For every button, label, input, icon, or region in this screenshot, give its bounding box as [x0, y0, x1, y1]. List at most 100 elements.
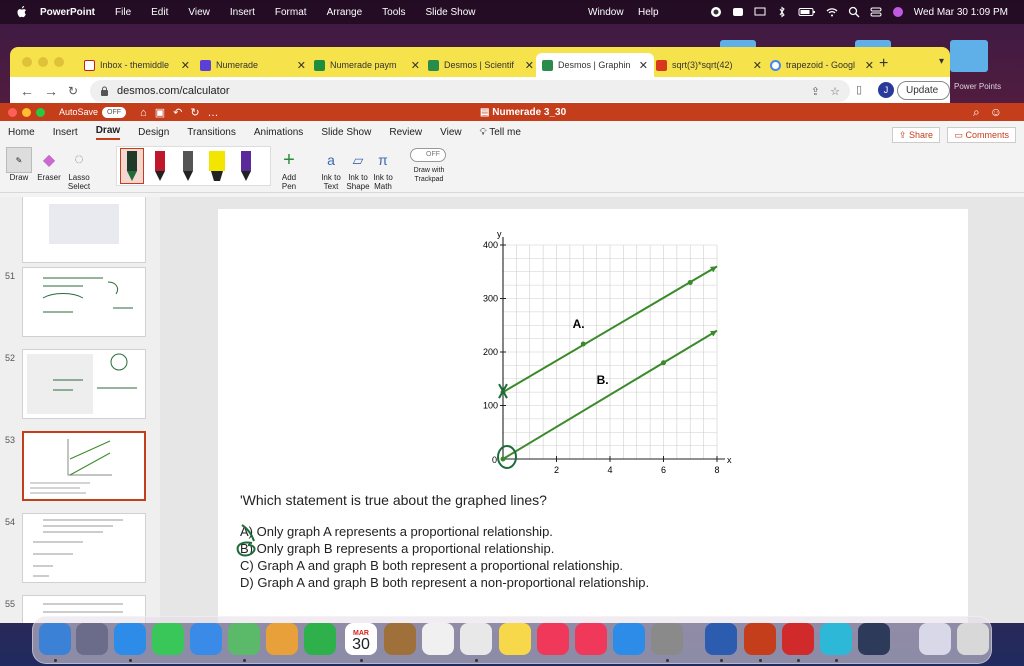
menu-window[interactable]: Window — [588, 7, 624, 18]
menu-help[interactable]: Help — [638, 7, 659, 18]
tab-home[interactable]: Home — [8, 127, 35, 138]
close-window-button[interactable] — [22, 57, 32, 67]
tab-view[interactable]: View — [440, 127, 462, 138]
reminders-icon[interactable] — [422, 623, 454, 655]
zoom-window-button[interactable] — [54, 57, 64, 67]
news-icon[interactable] — [575, 623, 607, 655]
slide-thumbnail[interactable] — [22, 197, 146, 263]
calendar-icon[interactable]: MAR 30 — [345, 623, 377, 655]
ink-to-math-button[interactable]: π Ink to Math — [372, 147, 394, 191]
screen-capture-icon[interactable] — [858, 623, 890, 655]
browser-update-button[interactable]: Update ⋮ — [897, 81, 950, 113]
draw-tool-button[interactable]: ✎ Draw — [6, 147, 32, 182]
close-tab-icon[interactable]: ✕ — [753, 59, 762, 72]
maps-icon[interactable] — [228, 623, 260, 655]
yellow-highlighter-icon[interactable] — [207, 149, 227, 183]
ppt-zoom-button[interactable] — [36, 107, 45, 117]
slide-thumbnail[interactable] — [22, 349, 146, 419]
slide-editor[interactable]: x y 0 100 200 300 400 2 4 6 8 A. B. 'Which statement… — [160, 197, 1024, 623]
wifi-icon[interactable] — [826, 6, 838, 18]
record-icon[interactable] — [710, 6, 722, 18]
menu-file[interactable]: File — [115, 7, 131, 18]
minimize-window-button[interactable] — [38, 57, 48, 67]
app-store-icon[interactable] — [613, 623, 645, 655]
tab-transitions[interactable]: Transitions — [187, 127, 236, 138]
reload-icon[interactable]: ↻ — [68, 84, 82, 98]
notes-icon[interactable] — [499, 623, 531, 655]
save-icon[interactable]: ▣ — [155, 107, 173, 119]
tab-slide-show[interactable]: Slide Show — [321, 127, 371, 138]
bluetooth-icon[interactable] — [776, 6, 788, 18]
menu-view[interactable]: View — [188, 7, 210, 18]
slide[interactable]: x y 0 100 200 300 400 2 4 6 8 A. B. 'Which statement… — [218, 209, 968, 623]
tell-me-search[interactable]: 💡︎ Tell me — [480, 127, 521, 138]
menu-tools[interactable]: Tools — [382, 7, 405, 18]
slide-thumbnail-selected[interactable] — [22, 431, 146, 501]
ink-to-shape-button[interactable]: ▱ Ink to Shape — [344, 147, 372, 192]
finder-icon[interactable] — [39, 623, 71, 655]
address-bar[interactable]: desmos.com/calculator ⇪ ☆ — [90, 80, 850, 102]
chrome-icon[interactable] — [460, 623, 492, 655]
photos-icon[interactable] — [266, 623, 298, 655]
tab-insert[interactable]: Insert — [53, 127, 78, 138]
browser-tab-google[interactable]: trapezoid - Googl ✕ — [764, 53, 880, 77]
apple-icon[interactable] — [14, 5, 28, 19]
close-tab-icon[interactable]: ✕ — [297, 59, 306, 72]
comments-button[interactable]: ▭ Comments — [947, 127, 1016, 143]
browser-tab-desmos-graphing[interactable]: Desmos | Graphin ✕ — [536, 53, 654, 77]
siri-icon[interactable] — [892, 6, 904, 18]
close-tab-icon[interactable]: ✕ — [411, 59, 420, 72]
more-icon[interactable]: … — [208, 107, 227, 119]
mail-red-icon[interactable] — [782, 623, 814, 655]
menubar-clock[interactable]: Wed Mar 30 1:09 PM — [914, 7, 1008, 18]
tab-review[interactable]: Review — [389, 127, 422, 138]
menu-app-powerpoint[interactable]: PowerPoint — [40, 7, 95, 18]
system-preferences-icon[interactable] — [651, 623, 683, 655]
smiley-feedback-icon[interactable]: ☺ — [990, 105, 1012, 119]
browser-tab-desmos-scientific[interactable]: Desmos | Scientif ✕ — [422, 53, 540, 77]
bookmark-star-icon[interactable]: ☆ — [830, 85, 840, 98]
sidebar-toggle-icon[interactable]: ▯ — [856, 83, 862, 96]
autosave-toggle[interactable]: OFF — [102, 106, 127, 118]
facetime-icon[interactable] — [304, 623, 336, 655]
undo-icon[interactable]: ↶ — [173, 107, 190, 119]
ink-to-text-button[interactable]: a Ink to Text — [318, 147, 344, 191]
tab-design[interactable]: Design — [138, 127, 169, 138]
control-center-icon[interactable] — [870, 6, 882, 18]
close-tab-icon[interactable]: ✕ — [181, 59, 190, 72]
powerpoint-icon[interactable] — [744, 623, 776, 655]
browser-tab-numerade-payment[interactable]: Numerade paym ✕ — [308, 53, 426, 77]
browser-tab-inbox[interactable]: Inbox - themiddle ✕ — [78, 53, 196, 77]
forward-arrow-icon[interactable]: → — [44, 83, 58, 99]
close-tab-icon[interactable]: ✕ — [525, 59, 534, 72]
downloads-icon[interactable] — [919, 623, 951, 655]
share-icon[interactable]: ⇪ — [811, 85, 820, 98]
slide-thumbnail[interactable] — [22, 267, 146, 337]
menu-insert[interactable]: Insert — [230, 7, 255, 18]
red-pen-icon[interactable] — [153, 149, 167, 183]
desktop-folder-label[interactable]: Power Points — [954, 82, 1001, 91]
home-icon[interactable]: ⌂ — [140, 107, 155, 119]
tab-search-chevron-icon[interactable]: ▾ — [939, 56, 944, 67]
add-pen-button[interactable]: + Add Pen — [274, 147, 304, 192]
screen-icon[interactable] — [754, 6, 766, 18]
slide-thumbnail-pane[interactable]: 51 52 53 54 55 — [0, 197, 160, 623]
profile-avatar[interactable]: J — [878, 82, 894, 98]
trash-icon[interactable] — [957, 623, 989, 655]
purple-pen-icon[interactable] — [239, 149, 253, 183]
browser-tab-symbolab[interactable]: sqrt(3)*sqrt(42) ✕ — [650, 53, 768, 77]
music-icon[interactable] — [537, 623, 569, 655]
redo-icon[interactable]: ↻ — [190, 107, 207, 119]
lasso-select-button[interactable]: ◌ Lasso Select — [64, 147, 94, 191]
desktop-folder-icon[interactable] — [950, 40, 988, 72]
slide-thumbnail[interactable] — [22, 513, 146, 583]
search-icon[interactable] — [848, 6, 860, 18]
menu-edit[interactable]: Edit — [151, 7, 168, 18]
menu-arrange[interactable]: Arrange — [327, 7, 363, 18]
tab-draw[interactable]: Draw — [95, 125, 121, 140]
back-arrow-icon[interactable]: ← — [20, 83, 34, 99]
eraser-tool-button[interactable]: ◆ Eraser — [35, 147, 63, 182]
ppt-close-button[interactable] — [8, 107, 17, 117]
draw-with-trackpad-toggle[interactable]: OFF — [410, 148, 446, 162]
messages-icon[interactable] — [152, 623, 184, 655]
